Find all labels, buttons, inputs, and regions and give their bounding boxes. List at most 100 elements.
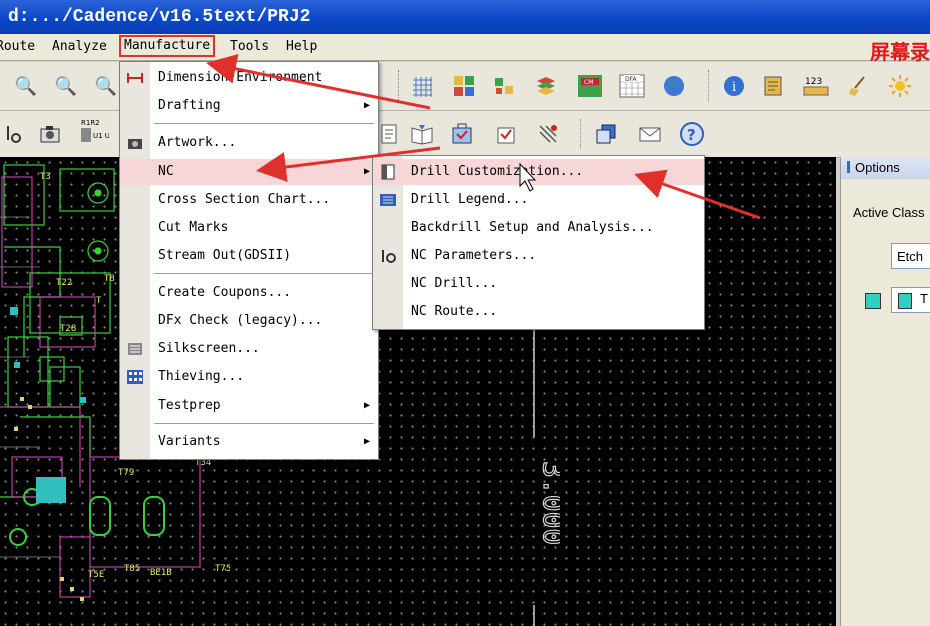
- dimension-icon: [126, 70, 144, 86]
- stack-icon[interactable]: [532, 72, 560, 100]
- menu-item-label: NC Route...: [411, 304, 498, 319]
- submenu-arrow-icon: ▶: [363, 166, 370, 177]
- ruler-label: 123: [805, 77, 822, 87]
- svg-text:i: i: [732, 80, 736, 95]
- menu-item-backdrill[interactable]: Backdrill Setup and Analysis...: [373, 215, 704, 241]
- pcb-label: T8: [104, 274, 115, 284]
- menu-item-nc-route[interactable]: NC Route...: [373, 299, 704, 325]
- menu-item-label: Drafting: [158, 98, 221, 113]
- pcb-label: T28: [60, 324, 76, 334]
- measure-icon[interactable]: 123: [802, 72, 830, 100]
- report-icon[interactable]: [760, 72, 788, 100]
- globe-icon[interactable]: [660, 72, 688, 100]
- nc-submenu: Drill Customization... Drill Legend... B…: [372, 155, 705, 330]
- pcb-label: BE1B: [150, 568, 172, 578]
- menu-item-nc-parameters[interactable]: NC Parameters...: [373, 243, 704, 269]
- menu-item-label: Stream Out(GDSII): [158, 248, 292, 263]
- menu-item-silkscreen[interactable]: Silkscreen...: [120, 336, 378, 362]
- menu-item-artwork[interactable]: Artwork...: [120, 130, 378, 156]
- check-drc-icon[interactable]: [448, 120, 476, 148]
- silkscreen-icon: [126, 341, 144, 357]
- menu-item-stream-out[interactable]: Stream Out(GDSII): [120, 243, 378, 269]
- submenu-arrow-icon: ▶: [363, 400, 370, 411]
- book-icon[interactable]: [378, 120, 406, 148]
- camera-toolbar-icon[interactable]: [36, 120, 64, 148]
- zoom-fit-icon[interactable]: 🔍: [12, 72, 40, 100]
- menu-route[interactable]: Route: [0, 38, 35, 56]
- pcb-label: T5E: [88, 570, 104, 580]
- pcb-label: T85: [124, 564, 140, 574]
- subclass-color-swatch: [898, 293, 912, 309]
- highlight-icon[interactable]: [886, 72, 914, 100]
- pcb-label: T79: [118, 468, 134, 478]
- menu-item-label: Silkscreen...: [158, 341, 260, 356]
- zoom-out-icon[interactable]: 🔍: [92, 72, 120, 100]
- menu-item-dfx-check[interactable]: DFx Check (legacy)...: [120, 308, 378, 334]
- subclass-dropdown-value: T: [920, 291, 928, 306]
- menu-item-nc-drill[interactable]: NC Drill...: [373, 271, 704, 297]
- menu-item-drill-customization[interactable]: Drill Customization...: [373, 159, 704, 185]
- options-title-bar: Options: [841, 157, 930, 179]
- menu-item-label: Backdrill Setup and Analysis...: [411, 220, 654, 235]
- menu-analyze[interactable]: Analyze: [52, 38, 107, 56]
- u1u2-label: U1 U2: [93, 132, 109, 140]
- menu-item-label: NC Drill...: [411, 276, 498, 291]
- grid-icon[interactable]: [408, 72, 436, 100]
- window-title-bar: d:.../Cadence/v16.5text/PRJ2: [0, 0, 930, 34]
- layers-icon[interactable]: [490, 72, 518, 100]
- menu-separator: [154, 273, 374, 277]
- class-dropdown-value: Etch: [897, 249, 924, 264]
- mail-icon[interactable]: [636, 120, 664, 148]
- refdes-icon[interactable]: R1R2 U1 U2: [78, 117, 110, 145]
- window-title: d:.../Cadence/v16.5text/PRJ2: [8, 7, 311, 27]
- menu-separator: [154, 123, 374, 127]
- menu-manufacture[interactable]: Manufacture: [118, 35, 216, 57]
- dfa-icon[interactable]: DFA: [618, 72, 646, 100]
- options-title: Options: [855, 160, 900, 175]
- menu-item-drill-legend[interactable]: Drill Legend...: [373, 187, 704, 213]
- recorder-watermark: 屏幕录: [870, 40, 930, 64]
- menu-item-cut-marks[interactable]: Cut Marks: [120, 215, 378, 241]
- info-icon[interactable]: i: [720, 72, 748, 100]
- menu-bar: Route Analyze Manufacture Tools Help 屏幕录: [0, 34, 930, 64]
- help-icon[interactable]: ?: [678, 120, 706, 148]
- menu-item-label: Drill Legend...: [411, 192, 529, 207]
- dimension-text: 3.000: [537, 461, 560, 545]
- menu-item-label: Cross Section Chart...: [158, 192, 331, 207]
- active-class-label: Active Class: [853, 205, 925, 220]
- menu-item-create-coupons[interactable]: Create Coupons...: [120, 280, 378, 306]
- thieving-icon: [126, 369, 144, 385]
- pcb-label: T: [96, 296, 102, 306]
- cm-icon[interactable]: CM: [576, 72, 604, 100]
- submenu-arrow-icon: ▶: [363, 436, 370, 447]
- menu-item-label: NC: [158, 164, 174, 179]
- svg-text:?: ?: [687, 126, 696, 144]
- menu-item-label: Testprep: [158, 398, 221, 413]
- menu-item-variants[interactable]: Variants ▶: [120, 429, 378, 455]
- pin-icon[interactable]: [0, 120, 28, 148]
- audit-icon[interactable]: [492, 120, 520, 148]
- wire-icon[interactable]: [534, 120, 562, 148]
- menu-tools[interactable]: Tools: [230, 38, 269, 56]
- open-book-icon[interactable]: [408, 120, 436, 148]
- toolbar-grip: [708, 70, 712, 102]
- broom-icon[interactable]: [844, 72, 872, 100]
- menu-item-thieving[interactable]: Thieving...: [120, 364, 378, 390]
- menu-item-cross-section-chart[interactable]: Cross Section Chart...: [120, 187, 378, 213]
- dfa-label: DFA: [625, 76, 638, 83]
- color-icon[interactable]: [450, 72, 478, 100]
- menu-item-label: Drill Customization...: [411, 164, 584, 179]
- menu-help[interactable]: Help: [286, 38, 317, 56]
- menu-item-dimension-environment[interactable]: Dimension Environment: [120, 65, 378, 91]
- copy-window-icon[interactable]: [592, 120, 620, 148]
- pcb-label: T3: [40, 172, 51, 182]
- menu-item-testprep[interactable]: Testprep ▶: [120, 393, 378, 419]
- menu-item-label: Variants: [158, 434, 221, 449]
- class-color-swatch[interactable]: [865, 293, 881, 309]
- drill-custom-icon: [379, 164, 397, 180]
- menu-item-nc[interactable]: NC ▶: [120, 159, 378, 185]
- menu-item-drafting[interactable]: Drafting ▶: [120, 93, 378, 119]
- class-dropdown[interactable]: Etch: [891, 243, 930, 269]
- zoom-in-icon[interactable]: 🔍: [52, 72, 80, 100]
- subclass-dropdown[interactable]: T: [891, 287, 930, 313]
